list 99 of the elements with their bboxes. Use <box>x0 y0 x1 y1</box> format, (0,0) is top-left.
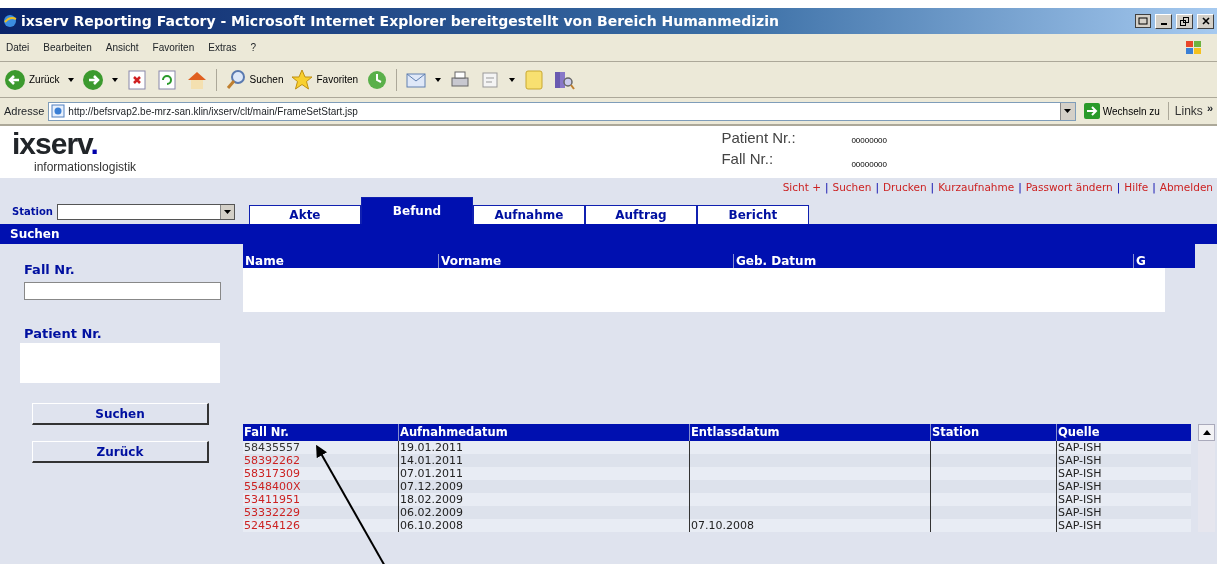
table-cell: SAP-ISH <box>1056 467 1191 480</box>
dropdown-caret-icon[interactable] <box>67 77 74 82</box>
nav-link[interactable]: Suchen <box>832 179 872 196</box>
menu-item[interactable]: Ansicht <box>105 40 139 55</box>
menu-item[interactable]: Favoriten <box>152 40 195 55</box>
column-header[interactable]: Quelle <box>1056 424 1191 441</box>
history-icon <box>366 68 389 91</box>
link-separator: | <box>930 179 935 196</box>
menu-item[interactable]: Bearbeiten <box>43 40 92 55</box>
patient-number-label: Patient Nr.: <box>721 130 797 148</box>
case-number-link[interactable]: 52454126 <box>243 519 398 532</box>
star-button[interactable]: Favoriten <box>291 68 359 91</box>
restore-icon <box>1180 16 1189 26</box>
search-button[interactable]: Suchen <box>32 403 209 425</box>
toolbar-divider <box>215 68 217 91</box>
scroll-up-button[interactable] <box>1198 424 1215 441</box>
close-icon <box>1201 17 1210 25</box>
more-chevron[interactable]: » <box>1206 99 1213 117</box>
dropdown-button[interactable] <box>1059 102 1075 120</box>
case-number-link[interactable]: 53411951 <box>243 493 398 506</box>
station-label: Station <box>12 205 53 219</box>
dropdown-caret-icon[interactable] <box>435 77 442 82</box>
star-icon <box>291 68 314 91</box>
stop-button[interactable] <box>125 68 148 91</box>
tab[interactable]: Bericht <box>696 205 809 224</box>
logo-tagline: informationslogistik <box>33 159 137 176</box>
tab[interactable]: Befund <box>360 197 473 224</box>
case-number-label: Fall Nr.: <box>721 151 775 169</box>
caret-icon <box>223 210 231 214</box>
close-button[interactable] <box>1197 13 1214 29</box>
section-title: Suchen <box>10 226 60 243</box>
search-icon <box>224 68 247 91</box>
column-header[interactable]: Station <box>930 424 1056 441</box>
column-header[interactable]: Entlassdatum <box>689 424 930 441</box>
menu-item[interactable]: Datei <box>6 40 30 55</box>
tab[interactable]: Aufnahme <box>472 205 585 224</box>
link-separator: | <box>1116 179 1121 196</box>
patient-number-label: Patient Nr. <box>24 324 103 343</box>
up-arrow-icon <box>1202 430 1211 435</box>
menu-item[interactable]: Extras <box>208 40 237 55</box>
nav-link[interactable]: Sicht + <box>782 179 821 196</box>
nav-link[interactable]: Kurzaufnahme <box>938 179 1015 196</box>
table-cell: SAP-ISH <box>1056 493 1191 506</box>
case-number-link[interactable]: 58435557 <box>243 441 398 454</box>
nav-link[interactable]: Abmelden <box>1159 179 1213 196</box>
patient-number-field[interactable] <box>20 343 220 383</box>
column-header[interactable]: Fall Nr. <box>243 424 398 441</box>
table-cell: SAP-ISH <box>1056 441 1191 454</box>
toolbar-divider <box>396 68 398 91</box>
station-select[interactable] <box>56 204 235 220</box>
refresh-icon <box>155 68 178 91</box>
back-button[interactable]: Zurück <box>32 441 209 463</box>
nav-link[interactable]: Hilfe <box>1124 179 1149 196</box>
table-cell: 07.01.2011 <box>398 467 689 480</box>
column-header[interactable]: Aufnahmedatum <box>398 424 689 441</box>
case-number-label: Fall Nr. <box>24 261 76 279</box>
nav-link[interactable]: Passwort ändern <box>1025 179 1113 196</box>
table-cell: SAP-ISH <box>1056 519 1191 532</box>
note-icon <box>523 68 546 91</box>
address-field[interactable]: http://befsrvap2.be-mrz-san.klin/ixserv/clt/main/FrameSetStart.jsp <box>48 101 1076 121</box>
stop-icon <box>125 68 148 91</box>
dropdown-caret-icon[interactable] <box>509 77 516 82</box>
table-cell: 19.01.2011 <box>398 441 689 454</box>
window-title: ixserv Reporting Factory - Microsoft Internet Explorer bereitgestellt von Bereich Humanmedizin <box>21 11 780 31</box>
link-separator: | <box>875 179 879 196</box>
link-separator: | <box>1152 179 1156 196</box>
forward-arrow-button[interactable] <box>81 68 104 91</box>
browser-icon <box>3 14 17 28</box>
link-separator: | <box>1018 179 1022 196</box>
dropdown-caret-icon[interactable] <box>111 77 118 82</box>
table-cell: 18.02.2009 <box>398 493 689 506</box>
windows-logo-icon <box>1185 39 1203 56</box>
table-cell: 07.10.2008 <box>689 519 930 532</box>
tab[interactable]: Akte <box>248 205 361 224</box>
patient-number-value: 00000000 <box>851 134 887 147</box>
search-button[interactable]: Suchen <box>224 68 284 91</box>
menu-item[interactable]: ? <box>250 40 257 55</box>
go-button[interactable]: Wechseln zu <box>1079 103 1164 119</box>
case-number-field[interactable] <box>24 281 221 300</box>
case-number-value: 00000000 <box>851 160 887 170</box>
go-arrow-icon <box>1083 103 1100 119</box>
link-separator: | <box>824 179 829 196</box>
address-label: Adresse <box>4 103 45 119</box>
page-icon <box>51 104 66 118</box>
restore-button[interactable] <box>1176 13 1193 29</box>
column-header[interactable]: Name <box>243 254 438 268</box>
caret-icon <box>1064 109 1072 113</box>
minimize-button[interactable] <box>1155 13 1172 29</box>
tab[interactable]: Auftrag <box>584 205 697 224</box>
minimize-icon <box>1160 23 1167 25</box>
history-button[interactable] <box>366 68 389 91</box>
back-arrow-button[interactable]: Zurück <box>4 68 60 91</box>
table-cell: 06.10.2008 <box>398 519 689 532</box>
scrollbar[interactable] <box>1198 424 1215 532</box>
links-toolbar-label[interactable]: Links <box>1167 102 1203 120</box>
refresh-button[interactable] <box>155 68 178 91</box>
logo: ixserv. <box>12 130 99 158</box>
case-number-link[interactable]: 58317309 <box>243 467 398 480</box>
nav-link[interactable]: Drucken <box>882 179 927 196</box>
